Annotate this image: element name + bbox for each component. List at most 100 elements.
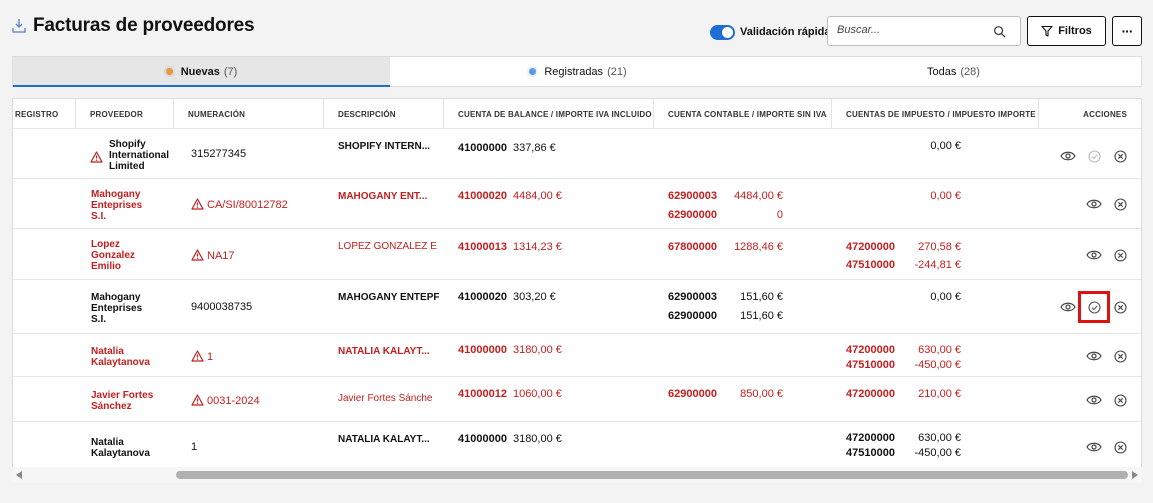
description: LOPEZ GONZALEZ E bbox=[338, 241, 437, 252]
view-eye-icon[interactable] bbox=[1085, 391, 1103, 409]
balance-entry: 41000000 3180,00 € bbox=[458, 344, 562, 356]
reject-close-icon[interactable] bbox=[1111, 298, 1129, 316]
table-row[interactable]: Mahogany Enteprises S.I. 9400038735 MAHOGA… bbox=[13, 280, 1141, 334]
row-actions bbox=[1051, 291, 1129, 323]
balance-entry: 41000020 303,20 € bbox=[458, 291, 556, 303]
warning-icon bbox=[191, 394, 204, 406]
search-box[interactable] bbox=[827, 16, 1021, 46]
filter-label: Filtros bbox=[1058, 25, 1092, 37]
warning-icon bbox=[191, 350, 204, 362]
tax-entry-1: 47200000 210,00 € bbox=[846, 388, 961, 400]
tab-count: (21) bbox=[607, 65, 627, 78]
view-eye-icon[interactable] bbox=[1085, 195, 1103, 213]
row-actions bbox=[1077, 246, 1129, 264]
tab-registradas[interactable]: Registradas (21) bbox=[390, 57, 766, 86]
toggle-switch[interactable] bbox=[710, 24, 735, 40]
filter-icon bbox=[1041, 25, 1053, 37]
account-number: 62900003 bbox=[668, 291, 717, 303]
invoice-number-text: CA/SI/80012782 bbox=[207, 199, 288, 211]
tab-label: Nuevas bbox=[180, 65, 220, 78]
balance-account: 41000020 bbox=[458, 291, 507, 303]
col-proveedor[interactable]: PROVEEDOR bbox=[75, 99, 173, 129]
account-number: 67800000 bbox=[668, 241, 717, 253]
tab-nuevas[interactable]: Nuevas (7) bbox=[13, 57, 390, 87]
search-input[interactable] bbox=[837, 24, 987, 36]
reject-close-icon[interactable] bbox=[1111, 391, 1129, 409]
reject-close-icon[interactable] bbox=[1111, 347, 1129, 365]
validate-check-icon[interactable] bbox=[1078, 291, 1110, 323]
view-eye-icon[interactable] bbox=[1085, 246, 1103, 264]
tab-todas[interactable]: Todas (28) bbox=[766, 57, 1141, 86]
description: NATALIA KALAYT... bbox=[338, 346, 430, 357]
scroll-right-icon[interactable] bbox=[1132, 471, 1138, 479]
col-numeracion[interactable]: NUMERACIÓN bbox=[173, 99, 323, 129]
warning-icon bbox=[90, 151, 103, 163]
balance-amount: 4484,00 € bbox=[512, 190, 562, 202]
account-number: 47510000 bbox=[846, 447, 895, 459]
reject-close-icon[interactable] bbox=[1111, 438, 1129, 456]
account-number: 62900003 bbox=[668, 190, 717, 202]
search-icon[interactable] bbox=[993, 25, 1006, 38]
view-eye-icon[interactable] bbox=[1085, 347, 1103, 365]
table-row[interactable]: Javier Fortes Sánchez 0031-2024 Javier Fo… bbox=[13, 377, 1141, 422]
supplier-name-line: Sánchez bbox=[91, 401, 132, 412]
balance-amount: 303,20 € bbox=[512, 291, 556, 303]
filter-button[interactable]: Filtros bbox=[1027, 16, 1106, 46]
page-header: Facturas de proveedores Validación rápid… bbox=[0, 0, 1153, 56]
supplier-name: Mahogany Enteprises S.I. bbox=[91, 189, 142, 222]
supplier-name: Natalia Kalaytanova bbox=[91, 346, 150, 368]
col-cuenta-balance[interactable]: CUENTA DE BALANCE / IMPORTE IVA INCLUIDO bbox=[443, 99, 653, 129]
invoice-number: 9400038735 bbox=[191, 301, 252, 313]
more-options-button[interactable]: ··· bbox=[1112, 16, 1142, 46]
supplier-name: Lopez Gonzalez Emilio bbox=[91, 239, 135, 272]
balance-entry: 41000013 1314,23 € bbox=[458, 241, 562, 253]
reject-close-icon[interactable] bbox=[1111, 195, 1129, 213]
table-row[interactable]: Shopify International Limited 315277345 SH… bbox=[13, 129, 1141, 179]
quick-validation-toggle[interactable]: Validación rápida bbox=[710, 24, 830, 40]
table-row[interactable]: Lopez Gonzalez Emilio NA17 LOPEZ GONZALEZ … bbox=[13, 229, 1141, 280]
tax-entry-2: 47510000 -244,81 € bbox=[846, 259, 961, 271]
table-row[interactable]: Natalia Kalaytanova 1 NATALIA KALAYT... 4… bbox=[13, 334, 1141, 377]
reject-close-icon[interactable] bbox=[1111, 147, 1129, 165]
invoice-number: 315277345 bbox=[191, 148, 246, 160]
view-eye-icon[interactable] bbox=[1059, 147, 1077, 165]
contable-entry-2: 62900000 151,60 € bbox=[668, 310, 783, 322]
balance-account: 41000000 bbox=[458, 433, 507, 445]
row-actions bbox=[1077, 391, 1129, 409]
description: Javier Fortes Sánche bbox=[338, 393, 433, 404]
reject-close-icon[interactable] bbox=[1111, 246, 1129, 264]
table-row[interactable]: Mahogany Enteprises S.I. CA/SI/80012782 MA… bbox=[13, 179, 1141, 229]
tab-count: (7) bbox=[223, 65, 238, 78]
supplier-name-line: Shopify bbox=[109, 139, 146, 150]
col-cuentas-impuesto[interactable]: CUENTAS DE IMPUESTO / IMPUESTO IMPORTE bbox=[831, 99, 1038, 129]
amount: 0 bbox=[776, 209, 783, 221]
tax-entry-2: 47510000 -450,00 € bbox=[846, 447, 961, 459]
invoice-number: 1 bbox=[191, 441, 197, 453]
supplier-name: Javier Fortes Sánchez bbox=[91, 390, 153, 412]
supplier-name-line: Mahogany bbox=[91, 189, 141, 200]
table-header: REGISTRO PROVEEDOR NUMERACIÓN DESCRIPCIÓ… bbox=[13, 99, 1141, 129]
scroll-thumb[interactable] bbox=[176, 471, 1128, 479]
scroll-left-icon[interactable] bbox=[16, 471, 22, 479]
tax-entry-2: 47510000 -450,00 € bbox=[846, 359, 961, 371]
supplier-name-line: Javier Fortes bbox=[91, 390, 154, 401]
col-descripcion[interactable]: DESCRIPCIÓN bbox=[323, 99, 443, 129]
more-icon: ··· bbox=[1121, 23, 1134, 39]
account-number: 62900000 bbox=[668, 388, 717, 400]
col-cuenta-contable[interactable]: CUENTA CONTABLE / IMPORTE SIN IVA bbox=[653, 99, 831, 129]
balance-entry: 41000000 3180,00 € bbox=[458, 433, 562, 445]
description: SHOPIFY INTERN... bbox=[338, 141, 431, 152]
invoice-number: NA17 bbox=[191, 249, 235, 262]
description: MAHOGANY ENT... bbox=[338, 191, 428, 202]
supplier-name-line: Enteprises bbox=[91, 200, 143, 211]
view-eye-icon[interactable] bbox=[1085, 438, 1103, 456]
supplier-name: Mahogany Enteprises S.I. bbox=[91, 292, 142, 325]
validate-check-icon[interactable] bbox=[1085, 147, 1103, 165]
view-eye-icon[interactable] bbox=[1059, 298, 1077, 316]
page-title: Facturas de proveedores bbox=[33, 15, 255, 36]
account-number: 47510000 bbox=[846, 259, 895, 271]
table-row[interactable]: Natalia Kalaytanova 1 NATALIA KALAYT... 4… bbox=[13, 422, 1141, 472]
contable-entry-2: 62900000 0 bbox=[668, 209, 783, 221]
horizontal-scrollbar[interactable] bbox=[12, 467, 1142, 483]
col-registro[interactable]: REGISTRO bbox=[13, 99, 75, 129]
